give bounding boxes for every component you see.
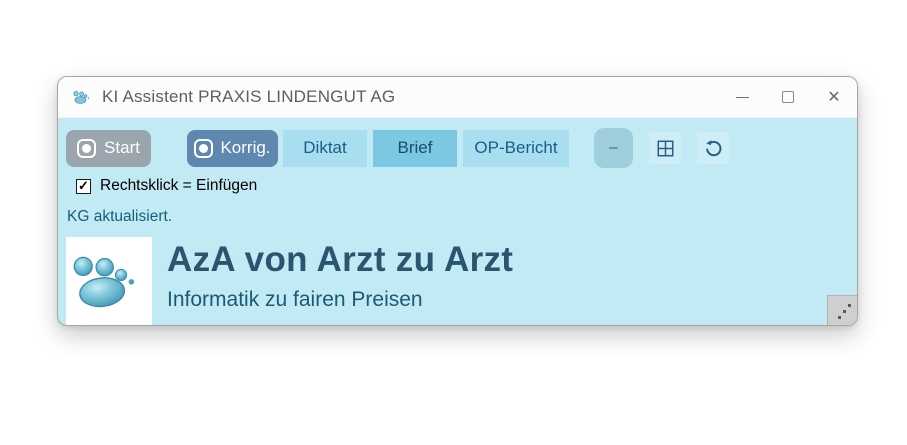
brief-button[interactable]: Brief (373, 130, 457, 167)
diktat-button-label: Diktat (303, 138, 346, 158)
diktat-button[interactable]: Diktat (283, 130, 367, 167)
start-button[interactable]: Start (66, 130, 151, 167)
toolbar: Start Korrig. Diktat Brief OP-Bericht – (66, 128, 857, 168)
minimize-icon (736, 97, 749, 98)
record-icon (194, 139, 213, 158)
minimize-button[interactable] (719, 77, 765, 117)
checkmark-icon: ✓ (78, 179, 89, 192)
close-icon: ✕ (827, 87, 840, 107)
window-controls: ✕ (719, 77, 857, 117)
record-icon (77, 139, 96, 158)
window-titlebar[interactable]: KI Assistent PRAXIS LINDENGUT AG ✕ (58, 77, 857, 118)
app-logo-icon (72, 88, 92, 106)
brand-text: AzA von Arzt zu Arzt Informatik zu faire… (167, 237, 513, 312)
korrig-button[interactable]: Korrig. (187, 130, 278, 167)
refresh-icon (704, 139, 723, 158)
grid-icon (657, 140, 674, 157)
brand-section: AzA von Arzt zu Arzt Informatik zu faire… (66, 237, 857, 325)
op-bericht-button[interactable]: OP-Bericht (463, 130, 569, 167)
grid-layout-button[interactable] (649, 132, 681, 164)
brief-button-label: Brief (398, 138, 433, 158)
minus-icon: – (609, 139, 618, 157)
brand-logo (66, 237, 152, 325)
korrig-button-label: Korrig. (220, 138, 270, 158)
op-bericht-button-label: OP-Bericht (474, 138, 557, 158)
brand-subtitle: Informatik zu fairen Preisen (167, 288, 513, 312)
close-button[interactable]: ✕ (811, 77, 857, 117)
resize-grip[interactable] (827, 295, 857, 325)
rightclick-checkbox[interactable]: ✓ (76, 179, 91, 194)
maximize-icon (782, 91, 794, 103)
rightclick-checkbox-label: Rechtsklick = Einfügen (100, 177, 257, 195)
window-title: KI Assistent PRAXIS LINDENGUT AG (102, 87, 395, 107)
refresh-button[interactable] (697, 132, 729, 164)
water-drops-logo-icon (66, 237, 152, 325)
app-window: KI Assistent PRAXIS LINDENGUT AG ✕ Start… (57, 76, 858, 326)
rightclick-option-row: ✓ Rechtsklick = Einfügen (76, 177, 857, 195)
start-button-label: Start (104, 138, 140, 158)
status-message: KG aktualisiert. (67, 208, 857, 226)
minus-button[interactable]: – (594, 128, 633, 168)
maximize-button[interactable] (765, 77, 811, 117)
brand-title: AzA von Arzt zu Arzt (167, 240, 513, 280)
